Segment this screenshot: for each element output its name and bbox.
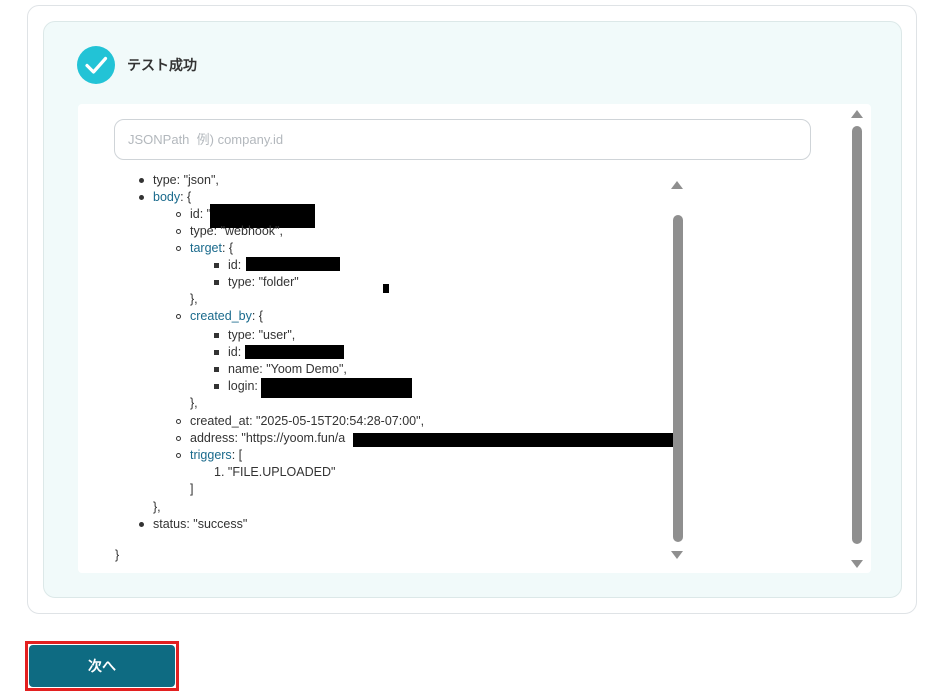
- json-created-by-id-line: id:: [228, 345, 242, 359]
- json-target-type-line: type: "folder": [228, 275, 299, 289]
- bullet-dot: [139, 522, 144, 527]
- redacted-block: [245, 345, 344, 359]
- json-triggers-close: ]: [190, 482, 194, 496]
- bullet-square: [214, 384, 219, 389]
- json-triggers-line: triggers: [: [190, 448, 243, 462]
- json-target-line: target: {: [190, 241, 234, 255]
- test-success-title: テスト成功: [127, 58, 197, 74]
- triggers-key[interactable]: triggers: [190, 448, 232, 462]
- json-created-by-close: },: [190, 396, 198, 410]
- bullet-circle: [176, 314, 181, 319]
- created-by-key[interactable]: created_by: [190, 309, 252, 323]
- json-target-close: },: [190, 292, 198, 306]
- target-key[interactable]: target: [190, 241, 222, 255]
- bullet-circle: [176, 229, 181, 234]
- redacted-block: [353, 433, 677, 447]
- json-address-line: address: "https://yoom.fun/a: [190, 431, 346, 445]
- bullet-square: [214, 333, 219, 338]
- next-button[interactable]: 次へ: [29, 645, 175, 687]
- redacted-block: [246, 257, 340, 271]
- json-body-close: },: [153, 500, 161, 514]
- json-created-by-type-line: type: "user",: [228, 328, 296, 342]
- json-trigger-item: 1. "FILE.UPLOADED": [214, 465, 336, 479]
- bullet-circle: [176, 436, 181, 441]
- json-status-line: status: "success": [153, 517, 248, 531]
- inner-scroll-up-arrow-icon[interactable]: [671, 181, 683, 189]
- bullet-square: [214, 280, 219, 285]
- json-created-by-line: created_by: {: [190, 309, 263, 323]
- json-body-id-line: id: ": [190, 207, 212, 221]
- bullet-circle: [176, 246, 181, 251]
- jsonpath-input[interactable]: [114, 119, 811, 160]
- redacted-block: [261, 378, 412, 398]
- json-created-by-name-line: name: "Yoom Demo",: [228, 362, 347, 376]
- bullet-circle: [176, 419, 181, 424]
- json-type-line: type: "json",: [153, 173, 219, 187]
- json-body-type-line: type: "webhook",: [190, 224, 283, 238]
- bullet-dot: [139, 178, 144, 183]
- bullet-square: [214, 263, 219, 268]
- redacted-block: [383, 284, 389, 293]
- json-body-line: body: {: [153, 190, 192, 204]
- bullet-dot: [139, 195, 144, 200]
- inner-scrollbar-thumb[interactable]: [673, 215, 683, 542]
- bullet-square: [214, 350, 219, 355]
- bullet-circle: [176, 453, 181, 458]
- outer-scroll-up-arrow-icon[interactable]: [851, 110, 863, 118]
- json-target-id-line: id:: [228, 258, 242, 272]
- bullet-square: [214, 367, 219, 372]
- json-root-close: }: [115, 548, 120, 562]
- body-key[interactable]: body: [153, 190, 180, 204]
- bullet-circle: [176, 212, 181, 217]
- outer-scroll-down-arrow-icon[interactable]: [851, 560, 863, 568]
- check-circle-icon: [77, 46, 115, 84]
- json-created-by-login-line: login:: [228, 379, 258, 393]
- inner-scroll-down-arrow-icon[interactable]: [671, 551, 683, 559]
- outer-scrollbar-thumb[interactable]: [852, 126, 862, 544]
- json-created-at-line: created_at: "2025-05-15T20:54:28-07:00",: [190, 414, 425, 428]
